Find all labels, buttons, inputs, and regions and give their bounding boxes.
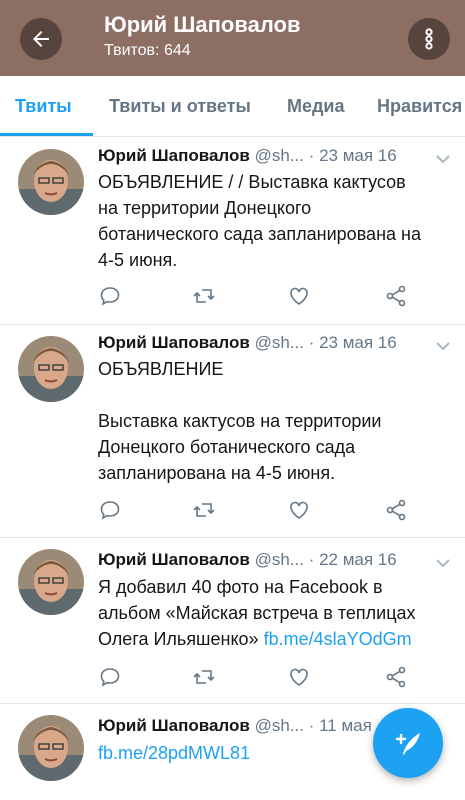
author-name[interactable]: Юрий Шаповалов [98, 333, 250, 352]
tweet-actions [98, 284, 428, 308]
compose-tweet-icon [395, 733, 420, 755]
reply-icon[interactable] [98, 498, 122, 522]
tweet-text: Я добавил 40 фото на Facebook в альбом «… [98, 574, 438, 652]
author-name[interactable]: Юрий Шаповалов [98, 146, 250, 165]
author-handle[interactable]: @sh... [255, 333, 304, 352]
chevron-down-icon[interactable] [436, 154, 450, 164]
tweet-line: ОБЪЯВЛЕНИЕ [98, 359, 224, 379]
retweet-icon[interactable] [192, 498, 216, 522]
share-icon[interactable] [384, 498, 408, 522]
tab-likes[interactable]: Нравится [377, 76, 462, 136]
back-button[interactable] [20, 18, 62, 60]
tweet-line: Олега Ильяшенко» fb.me/4slaYOdGm [98, 626, 438, 652]
tweet-actions [98, 498, 428, 522]
tweet-line: Я добавил 40 фото на Facebook в [98, 577, 383, 597]
author-handle[interactable]: @sh... [255, 146, 304, 165]
tweet[interactable]: Юрий Шаповалов @sh... · 22 мая 16 Я доба… [0, 537, 465, 704]
like-icon[interactable] [287, 498, 311, 522]
like-icon[interactable] [287, 284, 311, 308]
author-name[interactable]: Юрий Шаповалов [98, 550, 250, 569]
tweet-line: альбом «Майская встреча в теплицах [98, 603, 416, 623]
more-options-button[interactable] [408, 18, 450, 60]
share-icon[interactable] [384, 665, 408, 689]
tweet-actions [98, 665, 428, 689]
share-icon[interactable] [384, 284, 408, 308]
more-vertical-icon [425, 28, 433, 50]
retweet-icon[interactable] [192, 665, 216, 689]
tweet-line: ОБЪЯВЛЕНИЕ / / Выставка кактусов [98, 172, 406, 192]
profile-header: Юрий Шаповалов Твитов: 644 [0, 0, 465, 76]
tweet-header: Юрий Шаповалов @sh... · 23 мая 16 [98, 333, 397, 353]
arrow-left-icon [33, 31, 49, 47]
avatar[interactable] [18, 336, 84, 402]
tweet-line: ботанического сада запланирована на [98, 224, 421, 244]
avatar[interactable] [18, 549, 84, 615]
tweet-header: Юрий Шаповалов @sh... · 23 мая 16 [98, 146, 397, 166]
tweet-header: Юрий Шаповалов @sh... · 11 мая [98, 716, 372, 736]
tweet-line: Выставка кактусов на территории [98, 411, 382, 431]
active-tab-indicator [0, 133, 93, 136]
author-handle[interactable]: @sh... [255, 716, 304, 735]
tab-media[interactable]: Медиа [287, 76, 345, 136]
tweet-line: 4-5 июня. [98, 250, 178, 270]
tweet-date[interactable]: · 22 мая 16 [309, 550, 397, 569]
tweet-line [98, 382, 438, 408]
tab-tweets[interactable]: Твиты [15, 76, 72, 136]
tab-tweets-and-replies[interactable]: Твиты и ответы [109, 76, 251, 136]
chevron-down-icon[interactable] [436, 341, 450, 351]
tweet-line: на территории Донецкого [98, 198, 312, 218]
author-name[interactable]: Юрий Шаповалов [98, 716, 250, 735]
tweet[interactable]: Юрий Шаповалов @sh... · 23 мая 16 ОБЪЯВЛ… [0, 137, 465, 325]
chevron-down-icon[interactable] [436, 558, 450, 568]
author-handle[interactable]: @sh... [255, 550, 304, 569]
profile-name: Юрий Шаповалов [104, 12, 301, 37]
tweet-line: Донецкого ботанического сада [98, 437, 356, 457]
reply-icon[interactable] [98, 665, 122, 689]
tweet-header: Юрий Шаповалов @sh... · 22 мая 16 [98, 550, 397, 570]
tweet-text: ОБЪЯВЛЕНИЕ Выставка кактусов на территор… [98, 356, 438, 486]
like-icon[interactable] [287, 665, 311, 689]
tweet-text: ОБЪЯВЛЕНИЕ / / Выставка кактусов на терр… [98, 169, 438, 273]
tweet-link[interactable]: fb.me/4slaYOdGm [264, 629, 412, 649]
avatar[interactable] [18, 715, 84, 781]
tweet-line-text: Олега Ильяшенко» [98, 629, 259, 649]
tweet-date[interactable]: · 23 мая 16 [309, 146, 397, 165]
tweet-count: Твитов: 644 [104, 42, 191, 59]
retweet-icon[interactable] [192, 284, 216, 308]
tweet[interactable]: Юрий Шаповалов @sh... · 23 мая 16 ОБЪЯВЛ… [0, 324, 465, 538]
tweet-date[interactable]: · 11 мая [309, 716, 372, 735]
tweet-line: запланирована на 4-5 июня. [98, 463, 336, 483]
reply-icon[interactable] [98, 284, 122, 308]
profile-tabs: Твиты Твиты и ответы Медиа Нравится [0, 76, 465, 137]
compose-tweet-button[interactable] [373, 708, 443, 778]
tweet-date[interactable]: · 23 мая 16 [309, 333, 397, 352]
avatar[interactable] [18, 149, 84, 215]
